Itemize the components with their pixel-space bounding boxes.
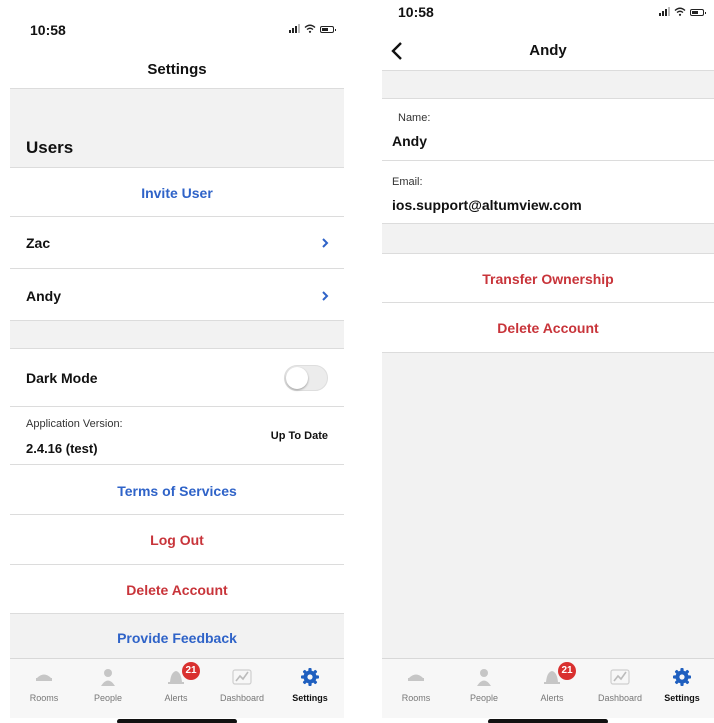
users-heading: Users [26, 138, 74, 157]
status-bar: 10:58 [10, 0, 344, 40]
tab-dashboard[interactable]: Dashboard [210, 659, 274, 709]
name-value: Andy [392, 133, 427, 149]
user-row-andy[interactable]: Andy [10, 269, 344, 321]
email-value: ios.support@altumview.com [392, 197, 582, 213]
home-indicator [117, 719, 237, 723]
tab-label: Alerts [164, 693, 188, 703]
settings-screen: 10:58 Settings Users Invite User Zac And… [10, 0, 344, 723]
tab-rooms[interactable]: Rooms [12, 659, 76, 709]
chevron-right-icon [322, 291, 329, 301]
name-field: Name: Andy [382, 99, 714, 161]
terms-of-services-link[interactable]: Terms of Services [10, 465, 344, 515]
section-spacer [382, 70, 714, 99]
status-bar: 10:58 [382, 0, 714, 40]
tab-people[interactable]: People [452, 659, 516, 709]
delete-account-button[interactable]: Delete Account [382, 303, 714, 353]
empty-area [382, 353, 714, 658]
tab-label: Settings [292, 693, 328, 703]
bed-icon [36, 674, 52, 681]
wifi-icon [304, 24, 316, 33]
battery-icon [690, 9, 706, 16]
tab-label: Dashboard [597, 693, 643, 703]
section-spacer [10, 321, 344, 349]
status-time: 10:58 [30, 22, 66, 38]
chart-icon [232, 669, 252, 685]
alerts-badge: 21 [558, 662, 576, 680]
tab-label: Rooms [29, 693, 59, 703]
status-time: 10:58 [398, 4, 434, 20]
chevron-right-icon [322, 238, 329, 248]
toggle-knob [286, 367, 308, 389]
log-out-button[interactable]: Log Out [10, 515, 344, 565]
user-name: Zac [26, 235, 51, 251]
delete-account-label: Delete Account [126, 582, 228, 598]
battery-icon [320, 26, 336, 33]
name-label: Name: [398, 112, 431, 124]
chart-icon [610, 669, 630, 685]
page-title: Settings [147, 61, 207, 78]
email-field: Email: ios.support@altumview.com [382, 161, 714, 224]
app-version-row: Application Version: 2.4.16 (test) Up To… [10, 407, 344, 465]
user-row-zac[interactable]: Zac [10, 217, 344, 269]
gear-icon [301, 668, 319, 686]
person-icon [477, 669, 491, 686]
dark-mode-row: Dark Mode [10, 349, 344, 407]
app-version-label: Application Version: [26, 418, 123, 430]
tab-dashboard[interactable]: Dashboard [588, 659, 652, 709]
invite-user-button[interactable]: Invite User [10, 168, 344, 217]
tab-alerts[interactable]: 21 Alerts [144, 659, 208, 709]
app-version-value: 2.4.16 (test) [26, 441, 98, 456]
gear-icon [673, 668, 691, 686]
tab-label: People [469, 693, 499, 703]
home-indicator [488, 719, 608, 723]
signal-icon [659, 7, 670, 16]
tab-label: Alerts [540, 693, 564, 703]
tab-label: Rooms [401, 693, 431, 703]
delete-account-label: Delete Account [497, 320, 599, 336]
delete-account-button[interactable]: Delete Account [10, 565, 344, 614]
status-icons [659, 7, 706, 16]
dark-mode-label: Dark Mode [26, 370, 98, 386]
section-spacer [382, 224, 714, 254]
terms-label: Terms of Services [117, 483, 237, 499]
transfer-ownership-button[interactable]: Transfer Ownership [382, 254, 714, 303]
tab-rooms[interactable]: Rooms [384, 659, 448, 709]
tab-bar: Rooms People 21 Alerts Dashboard Setting… [10, 658, 344, 723]
feedback-label: Provide Feedback [117, 630, 237, 646]
tab-label: Settings [664, 693, 700, 703]
email-label: Email: [392, 176, 423, 188]
tab-people[interactable]: People [76, 659, 140, 709]
tab-settings[interactable]: Settings [650, 659, 714, 709]
users-section-header: Users [10, 88, 344, 168]
transfer-ownership-label: Transfer Ownership [482, 271, 614, 287]
page-title: Andy [529, 42, 567, 59]
user-name: Andy [26, 288, 61, 304]
tab-label: Dashboard [219, 693, 265, 703]
person-icon [101, 669, 115, 686]
bed-icon [408, 674, 424, 681]
user-detail-screen: 10:58 Andy Name: Andy Email: ios.support… [382, 0, 714, 723]
log-out-label: Log Out [150, 532, 204, 548]
tab-label: People [93, 693, 123, 703]
tab-settings[interactable]: Settings [278, 659, 342, 709]
alerts-badge: 21 [182, 662, 200, 680]
signal-icon [289, 24, 300, 33]
wifi-icon [674, 7, 686, 16]
dark-mode-toggle[interactable] [284, 365, 328, 391]
invite-user-label: Invite User [141, 185, 213, 201]
status-icons [289, 24, 336, 33]
tab-bar: Rooms People 21 Alerts Dashboard Setting… [382, 658, 714, 723]
provide-feedback-button[interactable]: Provide Feedback [10, 614, 344, 658]
update-status: Up To Date [270, 430, 328, 442]
tab-alerts[interactable]: 21 Alerts [520, 659, 584, 709]
